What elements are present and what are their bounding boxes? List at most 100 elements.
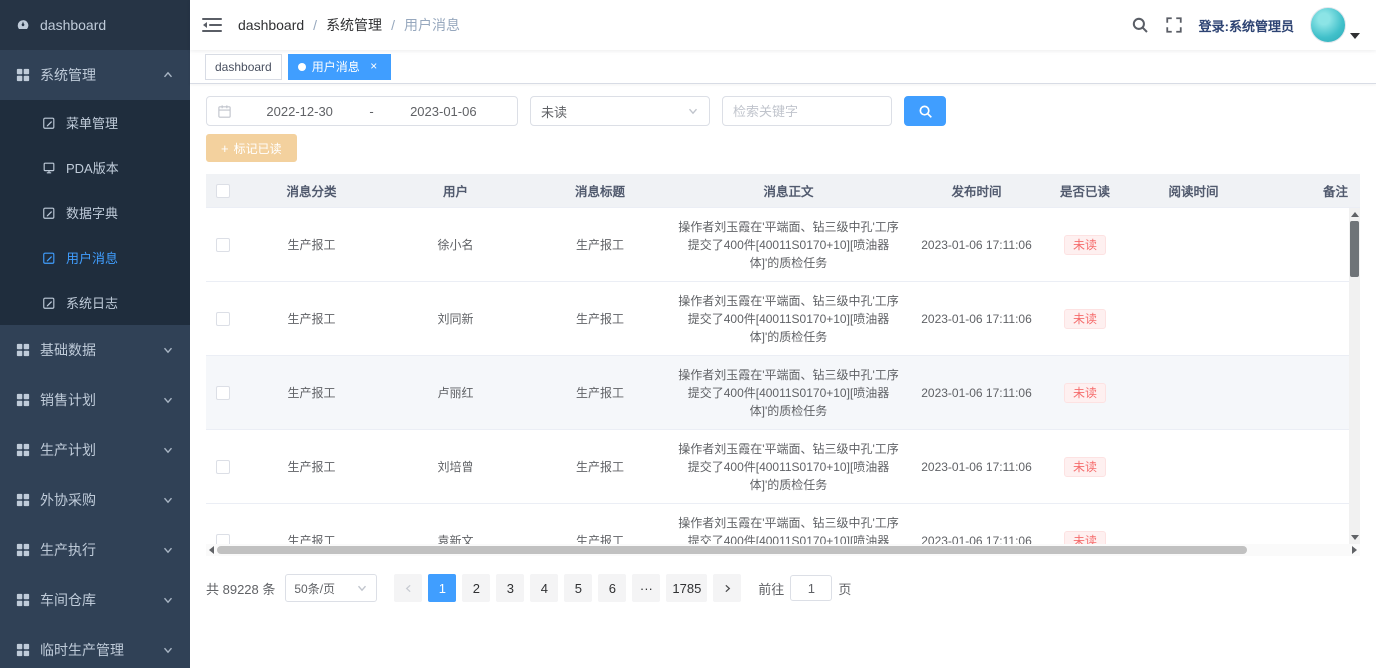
tab-close-icon[interactable]: × xyxy=(367,60,381,74)
pager-page-button-1[interactable]: 1 xyxy=(428,574,456,602)
tab-label: dashboard xyxy=(215,60,272,74)
row-checkbox[interactable] xyxy=(216,312,230,326)
topbar-right: 登录:系统管理员 xyxy=(1131,7,1360,43)
sidebar-group-temp-production-management[interactable]: 临时生产管理 xyxy=(0,625,190,668)
vertical-scrollbar[interactable] xyxy=(1349,208,1360,544)
sidebar-item-data-dictionary[interactable]: 数据字典 xyxy=(0,190,190,235)
read-time-cell xyxy=(1122,239,1265,251)
grid-icon xyxy=(16,543,30,557)
scroll-right-icon[interactable] xyxy=(1352,546,1357,554)
sidebar-group-production-execution[interactable]: 生产执行 xyxy=(0,525,190,575)
user-cell: 刘同新 xyxy=(383,304,528,334)
pagination: 共 89228 条 50条/页 123456···1785 前往 页 xyxy=(206,574,1360,602)
breadcrumb-item-dashboard[interactable]: dashboard xyxy=(238,17,304,33)
sidebar-group-workshop-warehouse[interactable]: 车间仓库 xyxy=(0,575,190,625)
sidebar-item-user-messages[interactable]: 用户消息 xyxy=(0,235,190,280)
sidebar-group-sales-plan[interactable]: 销售计划 xyxy=(0,375,190,425)
grid-icon xyxy=(16,493,30,507)
read-time-cell xyxy=(1122,461,1265,473)
page-size-select[interactable]: 50条/页 xyxy=(285,574,377,602)
title-cell: 生产报工 xyxy=(528,304,672,334)
scroll-left-icon[interactable] xyxy=(209,546,214,554)
publish-time-cell: 2023-01-06 17:11:06 xyxy=(905,452,1048,482)
vertical-scrollbar-thumb[interactable] xyxy=(1350,221,1359,277)
breadcrumb-item-system-management[interactable]: 系统管理 xyxy=(326,15,382,35)
chevron-down-icon xyxy=(162,394,174,406)
total-count: 共 89228 条 xyxy=(206,579,275,598)
sidebar-item-label: 用户消息 xyxy=(66,248,118,267)
row-checkbox[interactable] xyxy=(216,386,230,400)
dashboard-icon xyxy=(16,18,30,32)
mark-read-label: 标记已读 xyxy=(234,140,282,157)
sidebar: dashboard 系统管理 菜单管理 xyxy=(0,0,190,668)
header-cell-body: 消息正文 xyxy=(672,181,905,200)
row-checkbox[interactable] xyxy=(216,238,230,252)
sidebar-group-label: 临时生产管理 xyxy=(40,640,124,660)
chevron-down-icon xyxy=(162,544,174,556)
tab-user-messages[interactable]: 用户消息 × xyxy=(288,54,391,80)
goto-page-input[interactable] xyxy=(790,575,832,601)
user-menu[interactable] xyxy=(1310,7,1360,43)
header-cell-read-time: 阅读时间 xyxy=(1122,181,1265,200)
date-range-picker[interactable]: 2022-12-30 - 2023-01-06 xyxy=(206,96,518,126)
tab-dashboard[interactable]: dashboard xyxy=(205,54,282,80)
unread-badge: 未读 xyxy=(1064,531,1106,545)
prev-page-button[interactable] xyxy=(394,574,422,602)
read-status-select[interactable]: 未读 xyxy=(530,96,710,126)
breadcrumb-current: 用户消息 xyxy=(404,15,460,35)
sidebar-group-production-plan[interactable]: 生产计划 xyxy=(0,425,190,475)
header-cell-remark: 备注 xyxy=(1265,181,1360,200)
sidebar-item-pda-version[interactable]: PDA版本 xyxy=(0,145,190,190)
hamburger-icon[interactable] xyxy=(202,16,222,34)
search-icon[interactable] xyxy=(1131,16,1149,34)
search-button[interactable] xyxy=(904,96,946,126)
sidebar-item-dashboard[interactable]: dashboard xyxy=(0,0,190,50)
sidebar-group-system-management-toggle[interactable]: 系统管理 xyxy=(0,50,190,100)
pager-page-button-1785[interactable]: 1785 xyxy=(666,574,707,602)
title-cell: 生产报工 xyxy=(528,526,672,545)
date-start-value: 2022-12-30 xyxy=(236,104,363,119)
next-page-button[interactable] xyxy=(713,574,741,602)
goto-suffix: 页 xyxy=(838,579,851,598)
chevron-down-icon xyxy=(162,344,174,356)
horizontal-scrollbar-thumb[interactable] xyxy=(217,546,1247,554)
category-cell: 生产报工 xyxy=(240,526,383,545)
scroll-up-icon[interactable] xyxy=(1351,212,1359,217)
sidebar-group-label: 外协采购 xyxy=(40,490,96,510)
pager-more-button[interactable]: ··· xyxy=(632,574,660,602)
pager-page-button-4[interactable]: 4 xyxy=(530,574,558,602)
avatar[interactable] xyxy=(1310,7,1346,43)
messages-table: 消息分类 用户 消息标题 消息正文 发布时间 是否已读 阅读时间 备注 生产报工… xyxy=(206,174,1360,544)
chevron-down-icon xyxy=(162,644,174,656)
row-checkbox[interactable] xyxy=(216,534,230,545)
table-row: 生产报工 袁新文 生产报工 操作者刘玉霞在'平端面、钻三级中孔'工序提交了400… xyxy=(206,504,1360,544)
pager-page-button-2[interactable]: 2 xyxy=(462,574,490,602)
pager-page-button-3[interactable]: 3 xyxy=(496,574,524,602)
filter-row: 2022-12-30 - 2023-01-06 未读 xyxy=(206,96,1360,126)
goto-label: 前往 xyxy=(758,579,784,598)
keyword-input[interactable] xyxy=(722,96,892,126)
tablet-icon xyxy=(42,161,56,175)
horizontal-scrollbar[interactable] xyxy=(206,544,1360,556)
pager-page-button-5[interactable]: 5 xyxy=(564,574,592,602)
table-row: 生产报工 徐小名 生产报工 操作者刘玉霞在'平端面、钻三级中孔'工序提交了400… xyxy=(206,208,1360,282)
row-checkbox[interactable] xyxy=(216,460,230,474)
fullscreen-icon[interactable] xyxy=(1165,16,1183,34)
date-end-value: 2023-01-06 xyxy=(380,104,507,119)
title-cell: 生产报工 xyxy=(528,452,672,482)
publish-time-cell: 2023-01-06 17:11:06 xyxy=(905,304,1048,334)
scroll-down-icon[interactable] xyxy=(1351,535,1359,540)
select-value: 未读 xyxy=(541,102,567,121)
grid-icon xyxy=(16,68,30,82)
mark-read-button[interactable]: + 标记已读 xyxy=(206,134,297,162)
publish-time-cell: 2023-01-06 17:11:06 xyxy=(905,378,1048,408)
sidebar-group-basic-data[interactable]: 基础数据 xyxy=(0,325,190,375)
sidebar-item-menu-management[interactable]: 菜单管理 xyxy=(0,100,190,145)
sidebar-item-system-logs[interactable]: 系统日志 xyxy=(0,280,190,325)
user-cell: 卢丽红 xyxy=(383,378,528,408)
header-cell-title: 消息标题 xyxy=(528,181,672,200)
select-all-checkbox[interactable] xyxy=(216,184,230,198)
pager-page-button-6[interactable]: 6 xyxy=(598,574,626,602)
user-cell: 袁新文 xyxy=(383,526,528,545)
sidebar-group-outsourcing-purchase[interactable]: 外协采购 xyxy=(0,475,190,525)
